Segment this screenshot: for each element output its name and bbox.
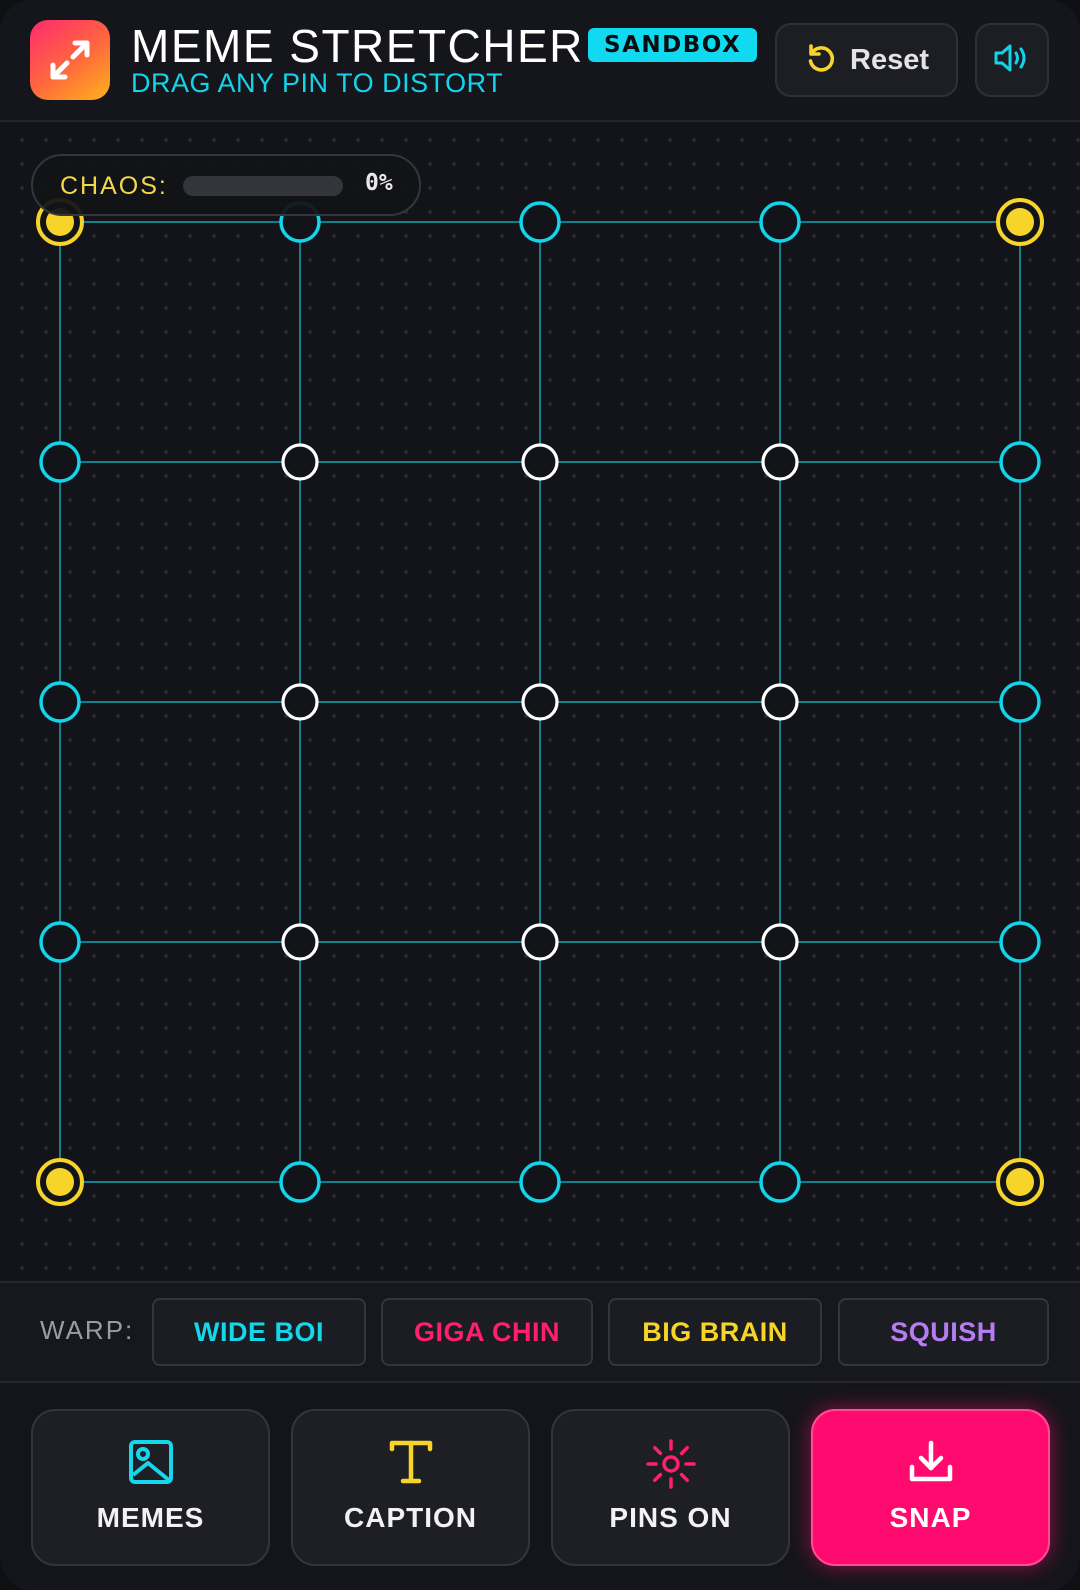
pin-edge-r3-c4[interactable]	[999, 921, 1041, 963]
chaos-progress-track	[183, 176, 343, 196]
pin-inner-r1-c3[interactable]	[761, 443, 799, 481]
pin-anchor-r4-c4[interactable]	[996, 1158, 1044, 1206]
rotate-ccw-icon	[804, 41, 838, 80]
warp-giga-chin-button[interactable]: GIGA CHIN	[381, 1298, 593, 1366]
pin-inner-r2-c2[interactable]	[521, 683, 559, 721]
pins-toggle-button[interactable]: PINS ON	[551, 1409, 790, 1566]
app-subtitle: DRAG ANY PIN TO DISTORT	[131, 68, 504, 98]
pin-inner-r3-c1[interactable]	[281, 923, 319, 961]
pin-edge-r0-c3[interactable]	[759, 201, 801, 243]
memes-label: MEMES	[96, 1502, 205, 1533]
pin-grid[interactable]	[0, 122, 1080, 1280]
warp-preset-label: BIG BRAIN	[642, 1316, 788, 1347]
warp-bar: WARP: WIDE BOI GIGA CHIN BIG BRAIN SQUIS…	[0, 1281, 1080, 1383]
pin-edge-r3-c0[interactable]	[39, 921, 81, 963]
warp-squish-button[interactable]: SQUISH	[838, 1298, 1049, 1366]
warp-label: WARP:	[40, 1315, 135, 1345]
pin-inner-r1-c1[interactable]	[281, 443, 319, 481]
pin-inner-r2-c3[interactable]	[761, 683, 799, 721]
caption-button[interactable]: CAPTION	[291, 1409, 530, 1566]
memes-button[interactable]: MEMES	[31, 1409, 270, 1566]
snap-button[interactable]: SNAP	[811, 1409, 1050, 1566]
pin-inner-r1-c2[interactable]	[521, 443, 559, 481]
volume-icon	[992, 41, 1032, 80]
stretch-canvas[interactable]	[0, 122, 1080, 1280]
reset-label: Reset	[850, 43, 929, 76]
app-title: MEME STRETCHER	[131, 20, 584, 72]
snap-label: SNAP	[889, 1502, 972, 1533]
chaos-label: CHAOS:	[60, 172, 168, 200]
warp-preset-label: WIDE BOI	[194, 1316, 324, 1347]
pin-anchor-r4-c0[interactable]	[36, 1158, 84, 1206]
warp-preset-label: SQUISH	[890, 1316, 997, 1347]
sound-toggle-button[interactable]	[975, 23, 1049, 97]
mode-badge: SANDBOX	[588, 28, 758, 62]
reset-button[interactable]: Reset	[775, 23, 958, 97]
pin-edge-r4-c3[interactable]	[759, 1161, 801, 1203]
download-icon	[813, 1439, 1048, 1485]
pin-edge-r4-c2[interactable]	[519, 1161, 561, 1203]
pin-edge-r1-c4[interactable]	[999, 441, 1041, 483]
burst-icon	[553, 1439, 788, 1489]
header: MEME STRETCHER SANDBOX DRAG ANY PIN TO D…	[0, 0, 1080, 122]
chaos-meter: CHAOS: 0%	[31, 154, 421, 216]
pin-edge-r2-c0[interactable]	[39, 681, 81, 723]
chaos-value: 0%	[365, 170, 393, 196]
pin-inner-r3-c3[interactable]	[761, 923, 799, 961]
warp-big-brain-button[interactable]: BIG BRAIN	[608, 1298, 822, 1366]
pin-inner-r2-c1[interactable]	[281, 683, 319, 721]
warp-preset-label: GIGA CHIN	[414, 1316, 560, 1347]
app-frame: MEME STRETCHER SANDBOX DRAG ANY PIN TO D…	[0, 0, 1080, 1590]
pins-label: PINS ON	[609, 1502, 732, 1533]
expand-arrows-icon	[30, 20, 110, 100]
pin-inner-r3-c2[interactable]	[521, 923, 559, 961]
pin-anchor-r0-c4[interactable]	[996, 198, 1044, 246]
pin-edge-r1-c0[interactable]	[39, 441, 81, 483]
image-icon	[33, 1439, 268, 1485]
caption-label: CAPTION	[344, 1502, 477, 1533]
pin-edge-r2-c4[interactable]	[999, 681, 1041, 723]
pin-edge-r0-c2[interactable]	[519, 201, 561, 243]
text-t-icon	[293, 1439, 528, 1485]
warp-wide-boi-button[interactable]: WIDE BOI	[152, 1298, 366, 1366]
pin-edge-r4-c1[interactable]	[279, 1161, 321, 1203]
